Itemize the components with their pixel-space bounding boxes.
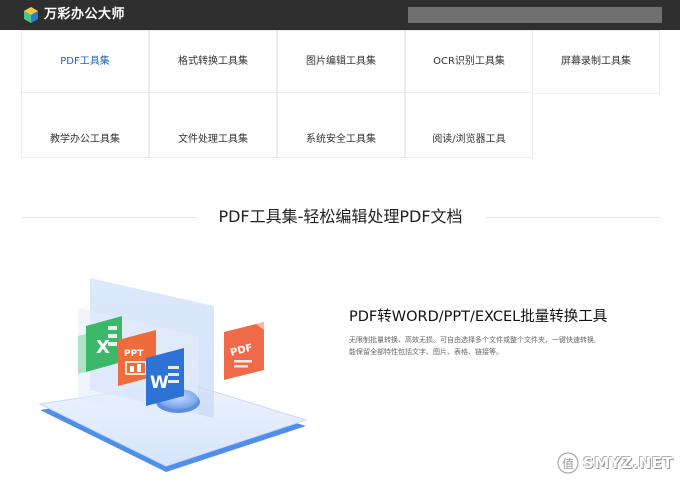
tab-file-processing[interactable]: 文件处理工具集 [149,92,277,158]
cube-logo-icon[interactable] [22,6,40,24]
tab-ocr[interactable]: OCR识别工具集 [405,30,533,94]
tab-pdf-tools[interactable]: PDF工具集 [21,30,149,94]
header-search-bar[interactable] [408,7,662,23]
pdf-file-icon: PDF [224,322,264,380]
word-file-icon: W [146,348,184,406]
tab-format-conversion[interactable]: 格式转换工具集 [149,30,277,94]
tab-image-editing[interactable]: 图片编辑工具集 [277,30,405,94]
watermark: 值 SMYZ.NET [557,450,673,476]
tab-screen-recording[interactable]: 屏幕录制工具集 [532,30,660,94]
pdf-conversion-illustration: X PPT W PDF [38,278,308,472]
brand-name[interactable]: 万彩办公大师 [44,6,125,24]
tab-system-security[interactable]: 系统安全工具集 [277,92,405,158]
section-header: PDF工具集-轻松编辑处理PDF文档 [21,205,660,229]
tab-teaching-office[interactable]: 教学办公工具集 [21,92,149,158]
svg-text:值: 值 [562,456,574,471]
tab-reader-browser[interactable]: 阅读/浏览器工具 [405,92,533,158]
svg-text:W: W [150,373,169,393]
watermark-text: SMYZ.NET [583,454,674,472]
feature-description: 无限制批量转换、高效无损。可自由选择多个文件或整个文件夹，一键快速转换, 能保留… [349,336,597,356]
value-worth-icon: 值 [557,452,579,474]
tool-category-tabs: PDF工具集 格式转换工具集 图片编辑工具集 OCR识别工具集 屏幕录制工具集 … [21,30,660,158]
divider [485,217,660,218]
svg-text:PPT: PPT [124,349,144,359]
svg-text:X: X [96,337,110,358]
top-bar: 万彩办公大师 [0,0,680,30]
feature-title[interactable]: PDF转WORD/PPT/EXCEL批量转换工具 [349,307,607,327]
